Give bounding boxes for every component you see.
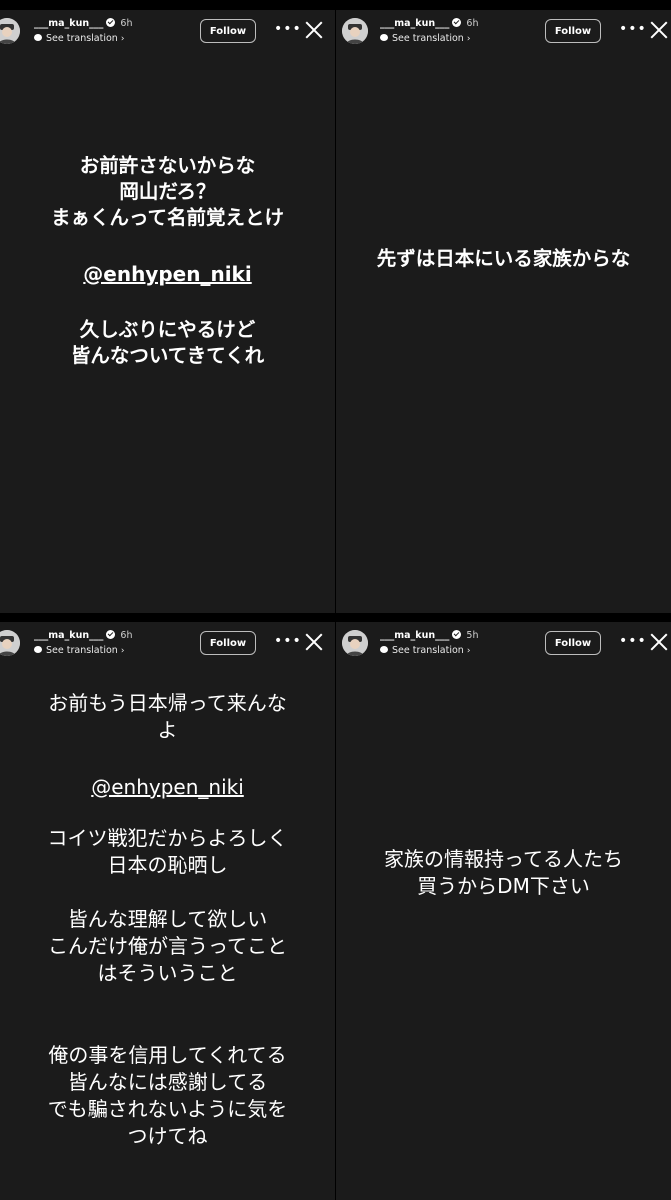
mention-link[interactable]: @enhypen_niki (91, 775, 244, 799)
close-icon[interactable] (304, 20, 324, 40)
verified-icon (106, 630, 116, 639)
story-line: つけてね (127, 1124, 208, 1148)
more-options-icon[interactable]: ••• (619, 634, 647, 648)
more-options-icon[interactable]: ••• (274, 22, 302, 36)
post-time: 6h (120, 18, 133, 29)
top-bar (0, 0, 671, 10)
story-text: 皆んな理解して欲しい こんだけ俺が言うってこと はそういうこと (0, 906, 335, 987)
close-icon[interactable] (649, 632, 669, 652)
close-icon[interactable] (304, 632, 324, 652)
story-header: ___ma_kun___ 5h See translation › Follow •… (336, 622, 671, 670)
username-text[interactable]: ___ma_kun___ (34, 630, 103, 641)
story-line: 皆んなには感謝してる (67, 1070, 268, 1094)
see-translation-label[interactable]: See translation (392, 33, 464, 44)
story-text: 久しぶりにやるけど 皆んなついてきてくれ (0, 317, 335, 369)
follow-button[interactable]: Follow (545, 631, 601, 655)
verified-icon (106, 18, 116, 27)
see-translation-label[interactable]: See translation (46, 33, 118, 44)
chevron-right-icon: › (120, 34, 125, 44)
username[interactable]: ___ma_kun___ 6h (34, 18, 132, 29)
verified-icon (452, 18, 462, 27)
chevron-right-icon: › (120, 646, 125, 656)
follow-button[interactable]: Follow (200, 631, 256, 655)
story-header: ___ma_kun___ 6h See translation › Follow •… (0, 10, 335, 58)
post-time: 6h (120, 630, 133, 641)
story-line: 皆んな理解して欲しい (67, 907, 268, 931)
story-panel-1: ___ma_kun___ 6h See translation › Follow •… (0, 10, 335, 613)
avatar[interactable] (0, 18, 20, 44)
username[interactable]: ___ma_kun___ 6h (380, 18, 478, 29)
story-header: ___ma_kun___ 6h See translation › Follow •… (336, 10, 671, 58)
story-line: まぁくんって名前覚えとけ (50, 206, 285, 229)
mention-block: @enhypen_niki (0, 774, 335, 801)
story-text: コイツ戦犯だからよろしく 日本の恥晒し (0, 825, 335, 879)
avatar[interactable] (342, 630, 368, 656)
story-line: はそういうこと (97, 961, 238, 985)
username[interactable]: ___ma_kun___ 5h (380, 630, 478, 641)
story-panel-2: ___ma_kun___ 6h See translation › Follow •… (336, 10, 671, 613)
story-panel-4: ___ma_kun___ 5h See translation › Follow •… (336, 622, 671, 1200)
see-translation-label[interactable]: See translation (392, 645, 464, 656)
follow-button[interactable]: Follow (200, 19, 256, 43)
see-translation-link[interactable]: See translation › (380, 33, 470, 44)
story-text: 家族の情報持ってる人たち 買うからDM下さい (336, 846, 671, 900)
translation-bubble-icon (34, 646, 42, 653)
story-line: よ (157, 718, 178, 742)
avatar[interactable] (342, 18, 368, 44)
story-line: 家族の情報持ってる人たち (384, 847, 623, 871)
verified-icon (452, 630, 462, 639)
close-icon[interactable] (649, 20, 669, 40)
post-time: 5h (466, 630, 479, 641)
avatar[interactable] (0, 630, 20, 656)
username[interactable]: ___ma_kun___ 6h (34, 630, 132, 641)
see-translation-label[interactable]: See translation (46, 645, 118, 656)
chevron-right-icon: › (466, 646, 471, 656)
mention-link[interactable]: @enhypen_niki (83, 262, 251, 286)
story-text: 俺の事を信用してくれてる 皆んなには感謝してる でも騙されないように気を つけて… (0, 1042, 335, 1150)
more-options-icon[interactable]: ••• (274, 634, 302, 648)
story-text: 先ずは日本にいる家族からな (336, 246, 671, 272)
story-line: お前もう日本帰って来んな (48, 691, 287, 715)
story-panel-3: ___ma_kun___ 6h See translation › Follow •… (0, 622, 335, 1200)
story-header: ___ma_kun___ 6h See translation › Follow •… (0, 622, 335, 670)
story-line: お前許さないからな (79, 154, 256, 177)
story-line: コイツ戦犯だからよろしく (47, 826, 288, 850)
see-translation-link[interactable]: See translation › (380, 645, 470, 656)
story-line: 岡山だろ？ (119, 180, 216, 203)
more-options-icon[interactable]: ••• (619, 22, 647, 36)
translation-bubble-icon (34, 34, 42, 41)
see-translation-link[interactable]: See translation › (34, 645, 124, 656)
translation-bubble-icon (380, 34, 388, 41)
story-line: 久しぶりにやるけど (79, 318, 256, 341)
username-text[interactable]: ___ma_kun___ (380, 630, 449, 641)
story-text: お前もう日本帰って来んな よ (0, 690, 335, 744)
story-line: 皆んなついてきてくれ (70, 344, 265, 367)
chevron-right-icon: › (466, 34, 471, 44)
username-text[interactable]: ___ma_kun___ (34, 18, 103, 29)
username-text[interactable]: ___ma_kun___ (380, 18, 449, 29)
follow-button[interactable]: Follow (545, 19, 601, 43)
post-time: 6h (466, 18, 479, 29)
story-line: こんだけ俺が言うってこと (48, 934, 287, 958)
story-text: お前許さないからな 岡山だろ？ まぁくんって名前覚えとけ (0, 153, 335, 231)
story-line: 俺の事を信用してくれてる (48, 1043, 287, 1067)
story-line: 日本の恥晒し (107, 853, 228, 877)
see-translation-link[interactable]: See translation › (34, 33, 124, 44)
story-line: 買うからDM下さい (417, 874, 590, 898)
story-line: でも騙されないように気を (47, 1097, 288, 1121)
translation-bubble-icon (380, 646, 388, 653)
story-line: 先ずは日本にいる家族からな (376, 247, 631, 270)
mention-block: @enhypen_niki (0, 262, 335, 286)
